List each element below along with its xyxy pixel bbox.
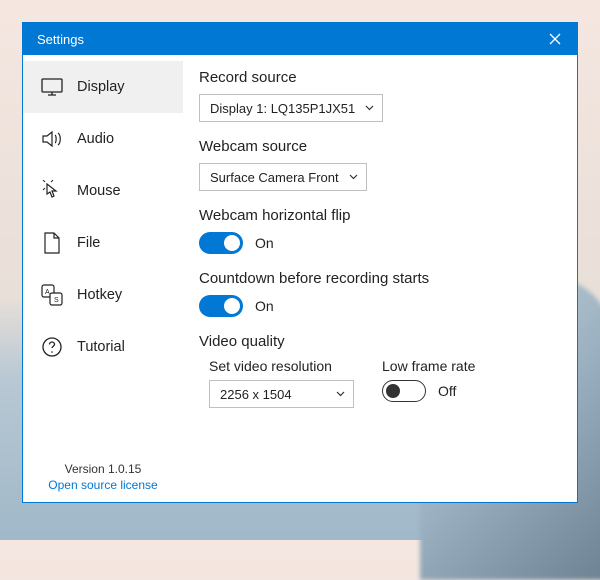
- sidebar-item-audio[interactable]: Audio: [23, 113, 183, 165]
- display-icon: [41, 76, 63, 98]
- video-quality-title: Video quality: [199, 333, 561, 350]
- mouse-icon: [41, 180, 63, 202]
- hotkey-icon: AS: [41, 284, 63, 306]
- sidebar-item-label: Tutorial: [77, 339, 125, 355]
- sidebar-nav: Display Audio Mouse: [23, 55, 183, 454]
- webcam-source-title: Webcam source: [199, 138, 561, 155]
- sidebar-item-tutorial[interactable]: Tutorial: [23, 321, 183, 373]
- webcam-source-value: Surface Camera Front: [210, 170, 339, 185]
- sidebar-item-label: Display: [77, 79, 125, 95]
- sidebar-item-mouse[interactable]: Mouse: [23, 165, 183, 217]
- content-panel: Record source Display 1: LQ135P1JX51 Web…: [183, 55, 577, 502]
- open-source-license-link[interactable]: Open source license: [23, 478, 183, 492]
- close-button[interactable]: [533, 23, 577, 55]
- chevron-down-icon: [365, 105, 374, 111]
- settings-window: Settings Display Audio: [22, 22, 578, 503]
- webcam-source-select[interactable]: Surface Camera Front: [199, 163, 367, 191]
- resolution-block: Set video resolution 2256 x 1504: [209, 358, 354, 408]
- tutorial-icon: [41, 336, 63, 358]
- titlebar: Settings: [23, 23, 577, 55]
- low-frame-block: Low frame rate Off: [382, 358, 475, 402]
- webcam-source-section: Webcam source Surface Camera Front: [199, 138, 561, 191]
- sidebar-item-file[interactable]: File: [23, 217, 183, 269]
- sidebar-item-hotkey[interactable]: AS Hotkey: [23, 269, 183, 321]
- chevron-down-icon: [336, 391, 345, 397]
- webcam-flip-state: On: [255, 235, 274, 251]
- sidebar-item-label: File: [77, 235, 100, 251]
- countdown-state: On: [255, 298, 274, 314]
- record-source-select[interactable]: Display 1: LQ135P1JX51: [199, 94, 383, 122]
- countdown-title: Countdown before recording starts: [199, 270, 561, 287]
- chevron-down-icon: [349, 174, 358, 180]
- low-frame-toggle[interactable]: [382, 380, 426, 402]
- record-source-section: Record source Display 1: LQ135P1JX51: [199, 69, 561, 122]
- sidebar-item-label: Mouse: [77, 183, 121, 199]
- low-frame-title: Low frame rate: [382, 358, 475, 374]
- resolution-value: 2256 x 1504: [220, 387, 292, 402]
- sidebar: Display Audio Mouse: [23, 55, 183, 502]
- sidebar-item-label: Audio: [77, 131, 114, 147]
- sidebar-item-display[interactable]: Display: [23, 61, 183, 113]
- countdown-section: Countdown before recording starts On: [199, 270, 561, 317]
- webcam-flip-toggle[interactable]: [199, 232, 243, 254]
- low-frame-state: Off: [438, 383, 456, 399]
- resolution-select[interactable]: 2256 x 1504: [209, 380, 354, 408]
- sidebar-item-label: Hotkey: [77, 287, 122, 303]
- version-label: Version 1.0.15: [23, 462, 183, 476]
- audio-icon: [41, 128, 63, 150]
- webcam-flip-section: Webcam horizontal flip On: [199, 207, 561, 254]
- file-icon: [41, 232, 63, 254]
- webcam-flip-title: Webcam horizontal flip: [199, 207, 561, 224]
- svg-text:S: S: [54, 297, 59, 304]
- record-source-value: Display 1: LQ135P1JX51: [210, 101, 355, 116]
- record-source-title: Record source: [199, 69, 561, 86]
- sidebar-footer: Version 1.0.15 Open source license: [23, 454, 183, 502]
- close-icon: [549, 33, 561, 45]
- window-title: Settings: [37, 32, 84, 47]
- resolution-title: Set video resolution: [209, 358, 354, 374]
- countdown-toggle[interactable]: [199, 295, 243, 317]
- video-quality-section: Video quality Set video resolution 2256 …: [199, 333, 561, 408]
- svg-text:A: A: [45, 289, 50, 296]
